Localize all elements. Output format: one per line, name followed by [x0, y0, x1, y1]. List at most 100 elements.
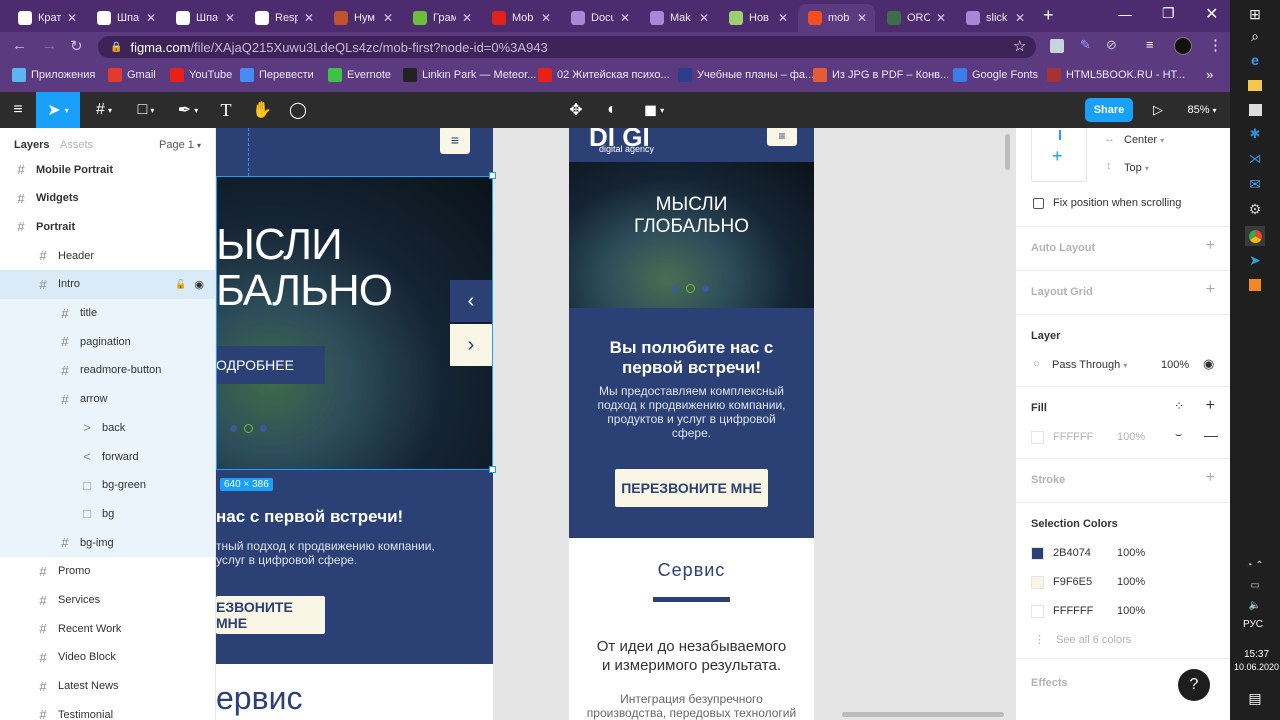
blend-mode-select[interactable]: Pass Through ▾ [1052, 359, 1127, 371]
frame-a-menu-button[interactable]: ≡ [440, 128, 470, 154]
browser-tab[interactable]: ORO ✕ [877, 4, 954, 32]
share-button[interactable]: Share [1085, 98, 1133, 122]
layer-item[interactable]: # Latest News [0, 672, 215, 701]
bookmark-item[interactable]: HTML5BOOK.RU - НТ... [1047, 67, 1185, 83]
fix-position-checkbox[interactable] [1033, 198, 1044, 209]
clock-date[interactable]: 10.06.2020 [1234, 662, 1279, 672]
color-swatch[interactable] [1031, 547, 1044, 560]
bookmark-item[interactable]: Google Fonts [953, 67, 1038, 83]
color-opacity[interactable]: 100% [1117, 547, 1145, 559]
canvas[interactable]: ≡ ЫСЛИ БАЛЬНО ОДРОБНЕЕ ‹ › 640 × 386 нас… [216, 128, 1015, 720]
layer-item[interactable]: # Header [0, 241, 215, 270]
bookmark-item[interactable]: YouTube [170, 67, 232, 83]
align-vertical-select[interactable]: Top ▾ [1124, 162, 1149, 174]
tab-close-icon[interactable]: ✕ [778, 11, 788, 25]
frame-b-pagination[interactable] [672, 284, 712, 293]
fill-styles-icon[interactable]: ⁘ [1174, 399, 1184, 413]
window-minimize-icon[interactable]: — [1118, 6, 1132, 22]
layer-item[interactable]: < forward [0, 442, 215, 471]
frame-b-callback-button[interactable]: ПЕРЕЗВОНИТЕ МНЕ [615, 469, 768, 507]
component-icon[interactable]: ✥ [564, 92, 588, 128]
layer-item[interactable]: # Video Block [0, 643, 215, 672]
notifications-icon[interactable]: ▤ [1245, 688, 1265, 708]
tab-close-icon[interactable]: ✕ [541, 11, 551, 25]
horizontal-scrollbar[interactable] [842, 712, 1004, 717]
input-language[interactable]: РУС [1243, 619, 1263, 630]
boolean-icon[interactable]: ◼ ▾ [638, 92, 670, 128]
add-fill-icon[interactable]: + [1206, 397, 1215, 415]
bookmark-item[interactable]: Evernote [328, 67, 391, 83]
hand-tool-icon[interactable]: ✋ [248, 92, 276, 128]
present-icon[interactable]: ▷ [1148, 92, 1168, 128]
bookmark-item[interactable]: 02 Житейская психо... [538, 67, 670, 83]
clock-time[interactable]: 15:37 [1244, 649, 1269, 660]
tab-close-icon[interactable]: ✕ [1015, 11, 1025, 25]
layer-item[interactable]: # readmore-button [0, 355, 215, 385]
layer-item[interactable]: # Recent Work [0, 614, 215, 643]
window-close-icon[interactable]: ✕ [1205, 4, 1218, 24]
layer-item[interactable]: # Intro 🔓 ◉ [0, 269, 215, 299]
extension-icon-2[interactable]: ✎ [1080, 37, 1091, 53]
browser-tab[interactable]: mob ✕ [798, 4, 875, 32]
tab-close-icon[interactable]: ✕ [857, 11, 867, 25]
extension-icon-1[interactable] [1050, 39, 1064, 53]
shape-tool-icon[interactable]: □ ▾ [128, 92, 164, 128]
frame-a-callback-button[interactable]: ЕЗВОНИТЕ МНЕ [216, 596, 325, 634]
tab-close-icon[interactable]: ✕ [146, 11, 156, 25]
align-horizontal-select[interactable]: Center ▾ [1124, 134, 1164, 146]
browser-tab[interactable]: Mob ✕ [482, 4, 559, 32]
add-auto-layout-icon[interactable]: + [1206, 237, 1215, 255]
browser-tab[interactable]: Нов ✕ [719, 4, 796, 32]
pagination-dot-active[interactable] [686, 284, 695, 293]
window-restore-icon[interactable]: ❐ [1162, 5, 1175, 22]
tab-close-icon[interactable]: ✕ [304, 11, 314, 25]
tab-close-icon[interactable]: ✕ [462, 11, 472, 25]
network-icon[interactable]: ▭ [1245, 575, 1265, 595]
bookmark-star-icon[interactable]: ☆ [1013, 37, 1026, 55]
chrome-icon[interactable] [1245, 226, 1265, 246]
layer-item[interactable]: # Portrait [0, 212, 215, 241]
telegram-icon[interactable]: ➤ [1245, 250, 1265, 270]
vscode-icon-2[interactable]: ⋊ [1245, 149, 1265, 169]
selection-handle[interactable] [489, 466, 496, 473]
tab-close-icon[interactable]: ✕ [936, 11, 946, 25]
tab-close-icon[interactable]: ✕ [620, 11, 630, 25]
constraints-widget[interactable]: + [1031, 128, 1087, 182]
browser-tab[interactable]: Шпа ✕ [87, 4, 164, 32]
layer-item[interactable]: # Services [0, 586, 215, 615]
tab-layers[interactable]: Layers [14, 139, 49, 151]
constraint-center-cross[interactable]: + [1052, 146, 1063, 167]
color-opacity[interactable]: 100% [1117, 605, 1145, 617]
layer-item[interactable]: # Widgets [0, 184, 215, 213]
tab-assets[interactable]: Assets [60, 139, 93, 151]
layer-item[interactable]: # Testimonial [0, 700, 215, 720]
vertical-scrollbar[interactable] [1005, 134, 1010, 170]
avatar[interactable] [1174, 37, 1192, 55]
layer-item[interactable]: □ bg [0, 499, 215, 529]
browser-tab[interactable]: Нум ✕ [324, 4, 401, 32]
layer-item[interactable]: # pagination [0, 327, 215, 357]
visibility-icon[interactable]: ◉ [194, 278, 204, 291]
fill-hex[interactable]: FFFFFF [1053, 431, 1093, 443]
move-tool-icon[interactable]: ➤ ▾ [36, 92, 80, 128]
fill-opacity[interactable]: 100% [1117, 431, 1145, 443]
sublime-icon[interactable] [1245, 275, 1265, 295]
text-tool-icon[interactable]: T [212, 92, 240, 128]
store-icon[interactable] [1245, 100, 1265, 120]
explorer-icon[interactable] [1245, 75, 1265, 95]
color-hex[interactable]: FFFFFF [1053, 605, 1093, 617]
bookmarks-more[interactable]: » [1206, 67, 1213, 82]
remove-fill-icon[interactable]: — [1204, 427, 1218, 443]
tray-icons[interactable]: ◔ ⌃ [1245, 555, 1265, 575]
fill-swatch[interactable] [1031, 431, 1044, 444]
color-hex[interactable]: F9F6E5 [1053, 576, 1092, 588]
unlock-icon[interactable]: 🔓 [175, 279, 186, 290]
add-stroke-icon[interactable]: + [1206, 469, 1215, 487]
browser-tab[interactable]: slick ✕ [956, 4, 1033, 32]
figma-menu-icon[interactable]: ≡ [6, 92, 30, 128]
layer-item[interactable]: # title [0, 298, 215, 328]
layer-item[interactable]: # bg-img [0, 528, 215, 558]
mail-icon[interactable]: ✉ [1245, 174, 1265, 194]
see-all-colors-link[interactable]: ⋮ See all 6 colors [1034, 633, 1131, 646]
vscode-icon[interactable]: ✱ [1245, 124, 1265, 144]
